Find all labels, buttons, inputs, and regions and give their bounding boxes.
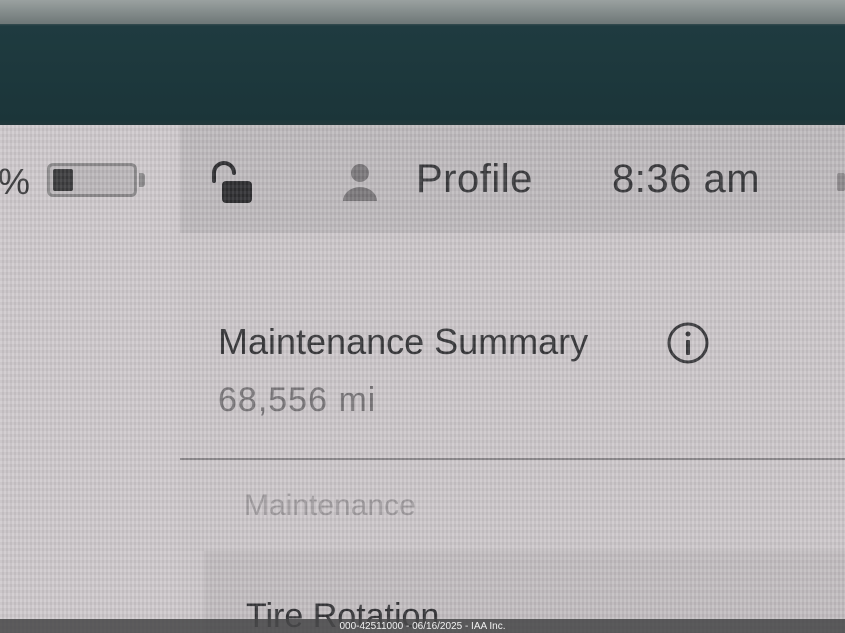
lock-open-icon[interactable]: [208, 161, 256, 210]
maintenance-content: Maintenance Summary 68,556 mi Maintenanc…: [180, 233, 845, 633]
clock: 8:36 am: [612, 157, 761, 201]
status-bar: Profile 8:36 am: [180, 125, 845, 233]
divider: [180, 458, 845, 460]
touchscreen: % Profile 8:36 am Maintenance Summary 68…: [0, 125, 845, 633]
person-icon[interactable]: [340, 161, 380, 208]
battery-nub: [139, 173, 145, 187]
info-icon[interactable]: [666, 321, 710, 370]
battery-fill: [53, 169, 73, 191]
battery-icon: [47, 163, 137, 197]
status-edge-icon: [837, 173, 845, 191]
battery-percent: %: [0, 161, 31, 202]
odometer-value: 68,556 mi: [218, 381, 377, 419]
bezel-glare: [0, 0, 845, 24]
profile-button[interactable]: Profile: [416, 157, 533, 202]
left-panel: %: [0, 125, 180, 633]
page-title: Maintenance Summary: [218, 321, 589, 362]
watermark-text: 000-42511000 - 06/16/2025 - IAA Inc.: [339, 621, 506, 632]
photo-frame: % Profile 8:36 am Maintenance Summary 68…: [0, 0, 845, 633]
tab-maintenance[interactable]: Maintenance: [244, 489, 416, 523]
